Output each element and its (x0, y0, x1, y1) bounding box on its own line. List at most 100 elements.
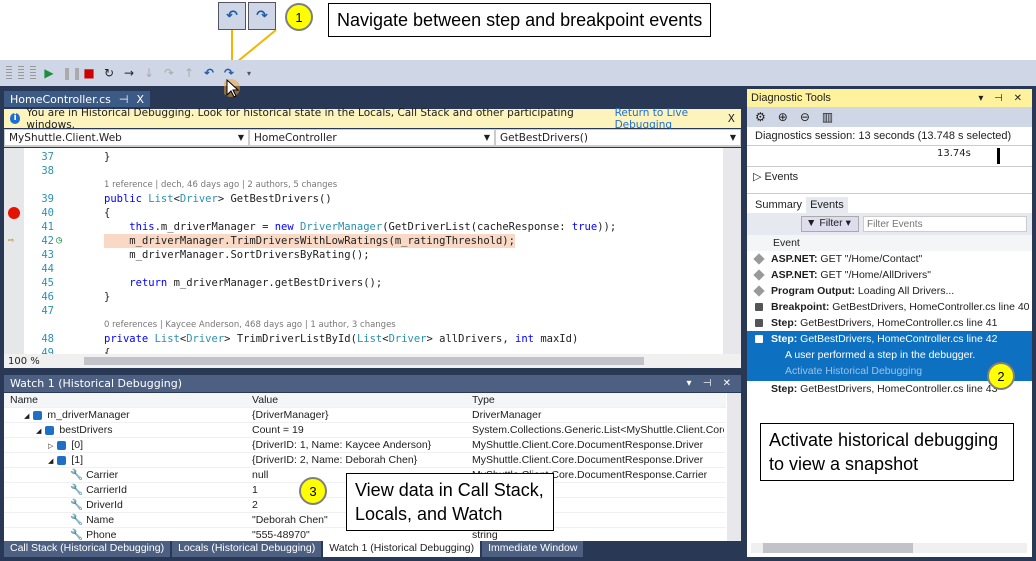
event-row[interactable]: Step: GetBestDrivers, HomeController.cs … (747, 315, 1032, 331)
codelens-text[interactable]: 0 references | Kaycee Anderson, 468 days… (104, 318, 396, 332)
zoom-in-icon[interactable]: ⊕ (778, 110, 788, 124)
tab-homecontroller[interactable]: HomeController.cs ⊣ X (4, 91, 150, 107)
step-out-icon[interactable]: ↑ (182, 66, 196, 80)
member-dropdown[interactable]: GetBestDrivers() ▼ (495, 129, 741, 146)
line-number: 46 (41, 291, 54, 303)
watch-name-cell: ▷ [0] (48, 438, 83, 454)
expand-icon[interactable]: ◢ (24, 413, 29, 420)
code-editor[interactable]: 37} 38 1 reference | dech, 46 days ago | 2… (4, 148, 741, 354)
column-header[interactable]: Value (252, 393, 278, 408)
horizontal-scrollbar[interactable] (84, 357, 644, 365)
continue-icon[interactable]: ▶ (42, 66, 56, 80)
callout-badge-3: 3 (299, 477, 327, 505)
diamond-event-icon (753, 285, 765, 297)
bottom-tab[interactable]: Locals (Historical Debugging) (172, 541, 322, 557)
step-over-icon[interactable]: ↷ (162, 66, 176, 80)
chart-help-icon[interactable]: ▥ (822, 110, 833, 124)
events-section[interactable]: ▷ Events (747, 167, 1032, 193)
watch-row[interactable]: ◢ m_driverManager {DriverManager} DriverMan… (4, 408, 726, 423)
infobar-close-icon[interactable]: X (728, 113, 735, 125)
bottom-tab[interactable]: Watch 1 (Historical Debugging) (323, 541, 481, 557)
code-text: { (104, 207, 111, 219)
bottom-tool-tabs: Call Stack (Historical Debugging) Locals … (4, 541, 585, 557)
line-number: 38 (41, 165, 54, 177)
class-dropdown[interactable]: HomeController ▼ (249, 129, 495, 146)
timeline-ruler[interactable]: 13.74s (747, 145, 1032, 167)
event-row[interactable]: ASP.NET: GET "/Home/Contact" (747, 251, 1032, 267)
filter-button[interactable]: ▼ Filter ▾ (801, 216, 859, 232)
step-back-icon[interactable]: ↶ (202, 66, 216, 80)
step-forward-button-callout[interactable]: ↷ (248, 2, 276, 30)
event-row[interactable]: ASP.NET: GET "/Home/AllDrivers" (747, 267, 1032, 283)
event-column-header[interactable]: Event (747, 235, 1032, 251)
toolbar-grip[interactable] (18, 66, 24, 80)
vertical-scrollbar[interactable] (723, 148, 741, 354)
watch-row[interactable]: ▷ [0] {DriverID: 1, Name: Kaycee Anderson}… (4, 438, 726, 453)
zoom-level[interactable]: 100 % (4, 356, 44, 367)
tab-summary[interactable]: Summary (751, 197, 806, 213)
code-line: 43 m_driverManager.SortDriversByRating()… (4, 248, 722, 262)
info-icon: i (10, 113, 21, 124)
pin-icon[interactable]: ⊣ (119, 93, 129, 106)
gear-icon[interactable]: ⚙ (755, 110, 766, 124)
codelens: 1 reference | dech, 46 days ago | 2 auth… (4, 178, 722, 192)
expand-icon[interactable]: ▷ (48, 443, 53, 450)
callout-navigate: Navigate between step and breakpoint eve… (328, 3, 712, 37)
close-icon[interactable]: X (136, 93, 144, 106)
line-number: 48 (41, 333, 54, 345)
toolbar-grip[interactable] (6, 66, 12, 80)
step-into-icon[interactable]: ↓ (142, 66, 156, 80)
toolbar-grip[interactable] (30, 66, 36, 80)
code-line: 46} (4, 290, 722, 304)
event-text: GetBestDrivers, HomeController.cs line 4… (797, 333, 998, 345)
watch-name-cell: 🔧 Name (70, 513, 114, 528)
column-header[interactable]: Name (10, 393, 38, 408)
event-row[interactable]: Breakpoint: GetBestDrivers, HomeControll… (747, 299, 1032, 315)
show-next-statement-icon[interactable]: → (122, 66, 136, 80)
property-icon: 🔧 (70, 529, 84, 541)
watch-name: [1] (71, 454, 84, 466)
diagnostic-tools-title: Diagnostic Tools (751, 92, 831, 104)
code-line: 38 (4, 164, 722, 178)
watch-row[interactable]: ◢ bestDrivers Count = 19 System.Collections… (4, 423, 726, 438)
pause-icon[interactable]: ❚❚ (62, 66, 82, 80)
bottom-tab[interactable]: Call Stack (Historical Debugging) (4, 541, 171, 557)
expand-icon[interactable]: ◢ (36, 428, 41, 435)
breakpoint-icon[interactable] (8, 207, 20, 219)
watch-value: {DriverID: 1, Name: Kaycee Anderson} (252, 439, 432, 451)
horizontal-scrollbar[interactable] (751, 543, 1027, 553)
callout-activate: Activate historical debugging to view a … (760, 423, 1014, 481)
timeline-marker[interactable] (997, 148, 1000, 164)
panel-controls[interactable]: ▾ ⊣ ✕ (687, 378, 735, 389)
step-back-button-callout[interactable]: ↶ (218, 2, 246, 30)
panel-controls[interactable]: ▾ ⊣ ✕ (978, 93, 1026, 104)
tab-events[interactable]: Events (806, 197, 848, 213)
watch-value: {DriverManager} (252, 409, 329, 421)
watch-value: Count = 19 (252, 424, 304, 436)
watch-name-cell: 🔧 Phone (70, 528, 116, 541)
event-row[interactable]: Program Output: Loading All Drivers... (747, 283, 1032, 299)
project-dropdown[interactable]: MyShuttle.Client.Web ▼ (4, 129, 249, 146)
toolbar-overflow-icon[interactable]: ▾ (242, 69, 256, 78)
event-text: GET "/Home/AllDrivers" (817, 269, 931, 281)
bottom-tab[interactable]: Immediate Window (482, 541, 584, 557)
callout-view-data: View data in Call Stack, Locals, and Wat… (346, 473, 554, 531)
code-line: 41 this.m_driverManager = new DriverMana… (4, 220, 722, 234)
code-line: 37} (4, 150, 722, 164)
watch-row[interactable]: ◢ [1] {DriverID: 2, Name: Deborah Chen} MyS… (4, 453, 726, 468)
project-name: MyShuttle.Client.Web (9, 131, 122, 144)
expand-icon[interactable]: ◢ (48, 458, 53, 465)
column-header[interactable]: Type (472, 393, 495, 408)
property-icon: 🔧 (70, 469, 84, 481)
line-number: 45 (41, 277, 54, 289)
vertical-scrollbar[interactable] (727, 393, 741, 541)
property-icon: 🔧 (70, 514, 84, 526)
stop-icon[interactable]: ■ (82, 66, 96, 80)
return-to-live-link[interactable]: Return to Live Debugging (615, 107, 741, 131)
filter-events-input[interactable] (863, 216, 1027, 232)
watch-name: m_driverManager (47, 409, 130, 421)
event-kind: Program Output: (771, 285, 855, 297)
restart-icon[interactable]: ↻ (102, 66, 116, 80)
codelens-text[interactable]: 1 reference | dech, 46 days ago | 2 auth… (104, 178, 337, 192)
zoom-out-icon[interactable]: ⊖ (800, 110, 810, 124)
